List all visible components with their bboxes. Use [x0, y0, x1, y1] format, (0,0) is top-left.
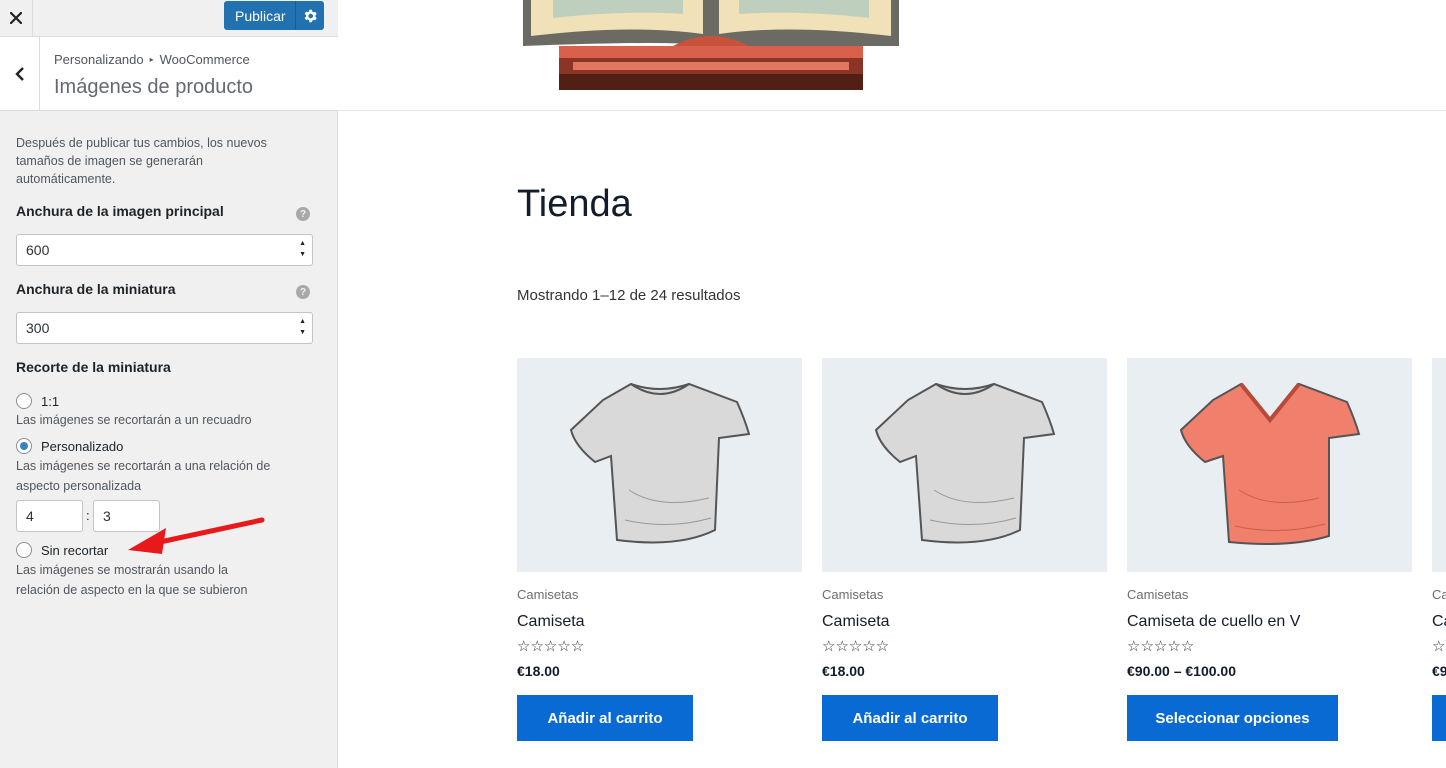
- product-card: Ca Ca ☆ €9: [1432, 358, 1446, 741]
- crop-option-label: 1:1: [41, 393, 60, 409]
- number-spinner[interactable]: ▲ ▼: [299, 240, 306, 259]
- product-name[interactable]: Camiseta: [517, 613, 585, 631]
- add-to-cart-button[interactable]: [1432, 695, 1446, 741]
- crop-option-uncropped[interactable]: Sin recortar: [16, 542, 108, 558]
- rating-stars-icon: ☆☆☆☆☆: [1127, 638, 1195, 655]
- ratio-height-value: 3: [103, 508, 111, 524]
- product-name[interactable]: Camiseta: [822, 613, 890, 631]
- radio-custom[interactable]: [16, 438, 32, 454]
- tshirt-icon: [874, 382, 1055, 544]
- product-card: Camisetas Camiseta ☆☆☆☆☆ €18.00 Añadir a…: [822, 358, 1107, 741]
- product-price: €9: [1432, 663, 1446, 679]
- spin-up-icon[interactable]: ▲: [299, 240, 306, 248]
- radio-square[interactable]: [16, 393, 32, 409]
- site-preview: Tienda Mostrando 1–12 de 24 resultados C…: [338, 0, 1446, 768]
- ratio-width-value: 4: [26, 508, 34, 524]
- select-options-button[interactable]: Seleccionar opciones: [1127, 695, 1338, 741]
- main-image-width-input[interactable]: 600 ▲ ▼: [16, 234, 313, 266]
- result-count: Mostrando 1–12 de 24 resultados: [517, 287, 741, 304]
- close-customizer-button[interactable]: [0, 0, 33, 36]
- section-header: Personalizando ▸ WooCommerce Imágenes de…: [0, 37, 338, 111]
- ratio-width-input[interactable]: 4: [16, 500, 83, 532]
- thumbnail-width-input[interactable]: 300 ▲ ▼: [16, 312, 313, 344]
- product-image[interactable]: [822, 358, 1107, 572]
- thumbnail-crop-label: Recorte de la miniatura: [16, 359, 171, 375]
- book-logo-icon: [523, 0, 899, 90]
- radio-uncropped[interactable]: [16, 542, 32, 558]
- number-spinner[interactable]: ▲ ▼: [299, 318, 306, 337]
- add-to-cart-button[interactable]: Añadir al carrito: [517, 695, 693, 741]
- spin-down-icon[interactable]: ▼: [299, 329, 306, 337]
- product-price: €18.00: [517, 663, 560, 679]
- breadcrumb-separator-icon: ▸: [149, 55, 154, 64]
- publish-settings-button[interactable]: [294, 1, 324, 30]
- main-image-width-label: Anchura de la imagen principal: [16, 203, 224, 219]
- chevron-left-icon: [14, 66, 24, 81]
- product-name[interactable]: Camiseta de cuello en V: [1127, 613, 1300, 631]
- crop-option-custom[interactable]: Personalizado: [16, 438, 123, 454]
- site-header: [338, 0, 1446, 111]
- ratio-separator: :: [86, 508, 90, 523]
- intro-description: Después de publicar tus cambios, los nue…: [16, 136, 267, 186]
- crop-option-label: Personalizado: [41, 438, 124, 454]
- section-title: Imágenes de producto: [54, 76, 254, 98]
- back-button[interactable]: [0, 37, 40, 110]
- crop-option-description: Las imágenes se mostrarán usando la rela…: [16, 563, 248, 597]
- customizer-app: Publicar Personalizando ▸ WooCommerce Im…: [0, 0, 1446, 768]
- page-title: Tienda: [517, 183, 632, 225]
- crop-option-square[interactable]: 1:1: [16, 393, 59, 409]
- product-category[interactable]: Camisetas: [822, 587, 883, 602]
- product-price: €18.00: [822, 663, 865, 679]
- publish-button-group: Publicar: [224, 1, 324, 30]
- gear-icon: [304, 9, 317, 22]
- crop-option-description: Las imágenes se recortarán a un recuadro: [16, 413, 252, 427]
- product-image[interactable]: [517, 358, 802, 572]
- thumbnail-width-label: Anchura de la miniatura: [16, 281, 176, 297]
- rating-stars-icon: ☆☆☆☆☆: [822, 638, 890, 655]
- product-category[interactable]: Camisetas: [517, 587, 578, 602]
- crop-option-description: Las imágenes se recortarán a una relació…: [16, 459, 271, 493]
- close-icon: [10, 12, 22, 24]
- product-category[interactable]: Camisetas: [1127, 587, 1188, 602]
- vneck-tshirt-icon: [1179, 382, 1360, 545]
- product-card: Camisetas Camiseta de cuello en V ☆☆☆☆☆ …: [1127, 358, 1412, 741]
- help-icon[interactable]: ?: [296, 285, 310, 299]
- publish-button[interactable]: Publicar: [224, 1, 295, 30]
- help-icon[interactable]: ?: [296, 207, 310, 221]
- product-price: €90.00 – €100.00: [1127, 663, 1236, 679]
- add-to-cart-button[interactable]: Añadir al carrito: [822, 695, 998, 741]
- product-image[interactable]: [1127, 358, 1412, 572]
- breadcrumb-parent: Personalizando: [54, 52, 144, 67]
- product-name[interactable]: Ca: [1432, 613, 1446, 631]
- thumbnail-width-value: 300: [26, 320, 50, 336]
- customizer-topbar: Publicar: [0, 0, 338, 37]
- product-category[interactable]: Ca: [1432, 587, 1446, 602]
- product-card: Camisetas Camiseta ☆☆☆☆☆ €18.00 Añadir a…: [517, 358, 802, 741]
- tshirt-icon: [569, 382, 750, 544]
- main-image-width-value: 600: [26, 242, 50, 258]
- product-image[interactable]: [1432, 358, 1446, 572]
- rating-stars-icon: ☆☆☆☆☆: [517, 638, 585, 655]
- spin-down-icon[interactable]: ▼: [299, 251, 306, 259]
- customizer-sidebar: Publicar Personalizando ▸ WooCommerce Im…: [0, 0, 338, 768]
- rating-stars-icon: ☆: [1432, 638, 1446, 655]
- breadcrumb-current: WooCommerce: [159, 52, 250, 67]
- crop-option-label: Sin recortar: [41, 542, 109, 558]
- breadcrumb: Personalizando ▸ WooCommerce: [54, 52, 250, 67]
- annotation-arrow-icon: [128, 517, 265, 554]
- spin-up-icon[interactable]: ▲: [299, 318, 306, 326]
